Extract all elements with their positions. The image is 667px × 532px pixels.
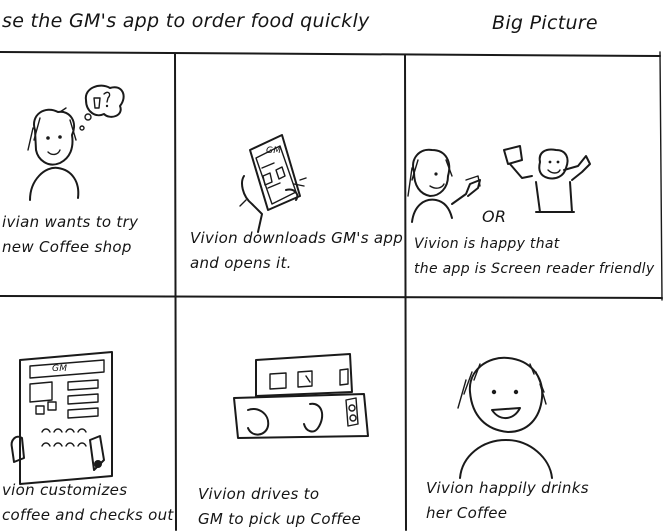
panel-2-caption: Vivion downloads GM's app and opens it. [190, 226, 403, 276]
storyboard-title: se the GM's app to order food quickly [2, 10, 370, 32]
panel-5-caption-line-1: Vivion drives to [198, 485, 320, 503]
panel-2-caption-line-2: and opens it. [190, 254, 292, 272]
car-pickup-icon [233, 353, 369, 439]
panel-3-caption-line-2: the app is Screen reader friendly [414, 261, 655, 277]
panel-1-caption: ivian wants to try new Coffee shop [2, 210, 138, 260]
person-thinking-coffee-icon [27, 84, 125, 201]
column-rule-1 [174, 53, 177, 531]
panel-3-caption: Vivion is happy that the app is Screen r… [414, 232, 654, 282]
panel-6-caption: Vivion happily drinks her Coffee [426, 476, 589, 526]
panel-3-caption-line-1: Vivion is happy that [414, 236, 560, 252]
panel-grid [0, 51, 663, 531]
panel-4-caption: vion customizes coffee and checks out [2, 478, 174, 528]
smiling-person-icon [457, 356, 553, 479]
panel-5-caption: Vivion drives to GM to pick up Coffee [198, 482, 361, 532]
panel-2-caption-line-1: Vivion downloads GM's app [190, 229, 404, 247]
right-edge [659, 51, 663, 301]
or-label: OR [482, 207, 507, 226]
panel-1-caption-line-2: new Coffee shop [2, 238, 132, 256]
panel-1-caption-line-1: ivian wants to try [2, 213, 139, 231]
big-picture-label: Big Picture [492, 12, 598, 34]
panel-6-caption-line-2: her Coffee [426, 504, 508, 522]
storyboard-sheet: se the GM's app to order food quickly Bi… [0, 0, 667, 531]
phone-gm-label: GM [266, 146, 282, 156]
middle-rule [0, 295, 663, 299]
column-rule-2 [404, 54, 407, 531]
panel-4-caption-line-2: coffee and checks out [2, 506, 174, 524]
top-rule [0, 51, 661, 57]
panel-5-caption-line-2: GM to pick up Coffee [198, 510, 362, 528]
panel-4-caption-line-1: vion customizes [2, 481, 128, 499]
app-gm-label: GM [52, 364, 68, 374]
panel-6-caption-line-1: Vivion happily drinks [426, 479, 589, 497]
